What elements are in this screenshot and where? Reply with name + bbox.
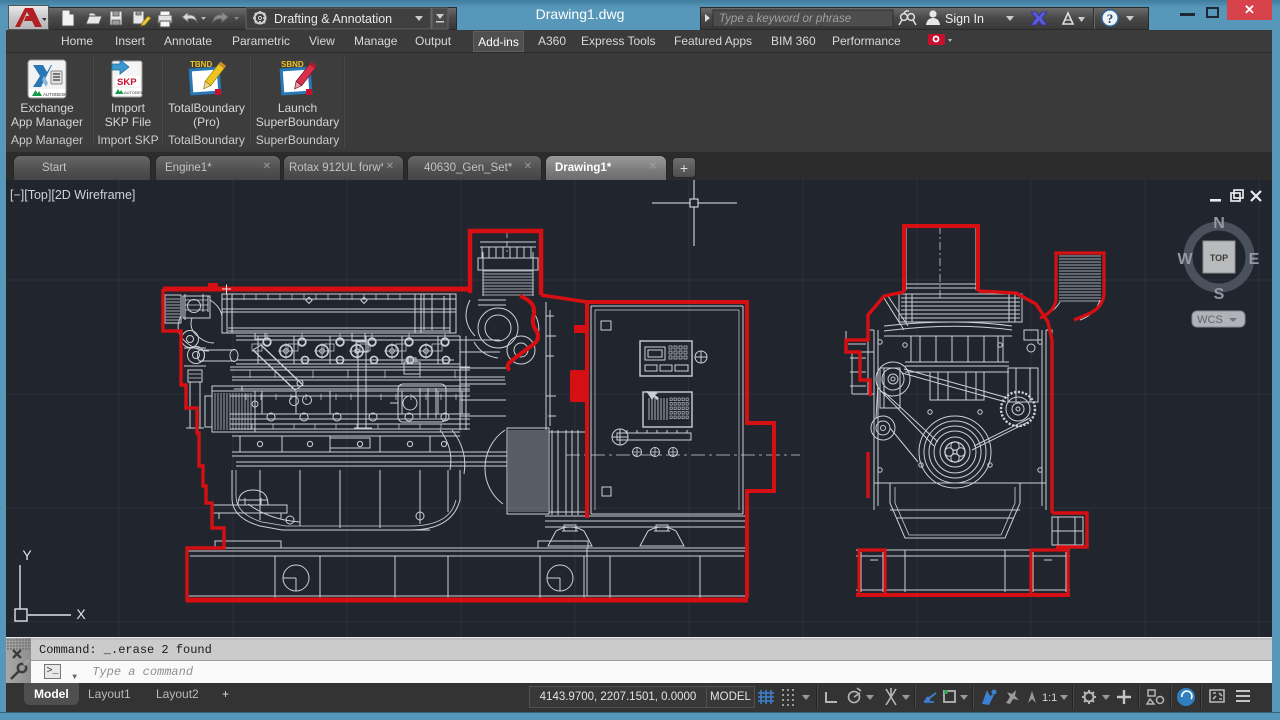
svg-text:?: ? <box>1107 11 1114 26</box>
svg-text:S: S <box>1214 286 1225 303</box>
svg-text:1:1: 1:1 <box>1042 692 1057 704</box>
svg-text:X: X <box>76 606 86 622</box>
svg-text:W: W <box>1177 251 1193 268</box>
svg-text:[−][Top][2D Wireframe]: [−][Top][2D Wireframe] <box>10 188 135 202</box>
svg-text:Sign In: Sign In <box>945 12 984 26</box>
svg-text:N: N <box>1213 215 1225 232</box>
svg-text:Drafting & Annotation: Drafting & Annotation <box>274 12 392 26</box>
svg-text:WCS: WCS <box>1197 314 1223 326</box>
svg-text:Y: Y <box>22 547 32 563</box>
svg-text:SKP: SKP <box>117 77 137 88</box>
svg-text:AUTODESK: AUTODESK <box>43 92 67 97</box>
svg-text:E: E <box>1249 251 1260 268</box>
svg-text:AUTODESK: AUTODESK <box>124 90 146 95</box>
svg-text:TOP: TOP <box>1210 253 1228 263</box>
svg-text:Type a keyword or phrase: Type a keyword or phrase <box>719 13 851 25</box>
